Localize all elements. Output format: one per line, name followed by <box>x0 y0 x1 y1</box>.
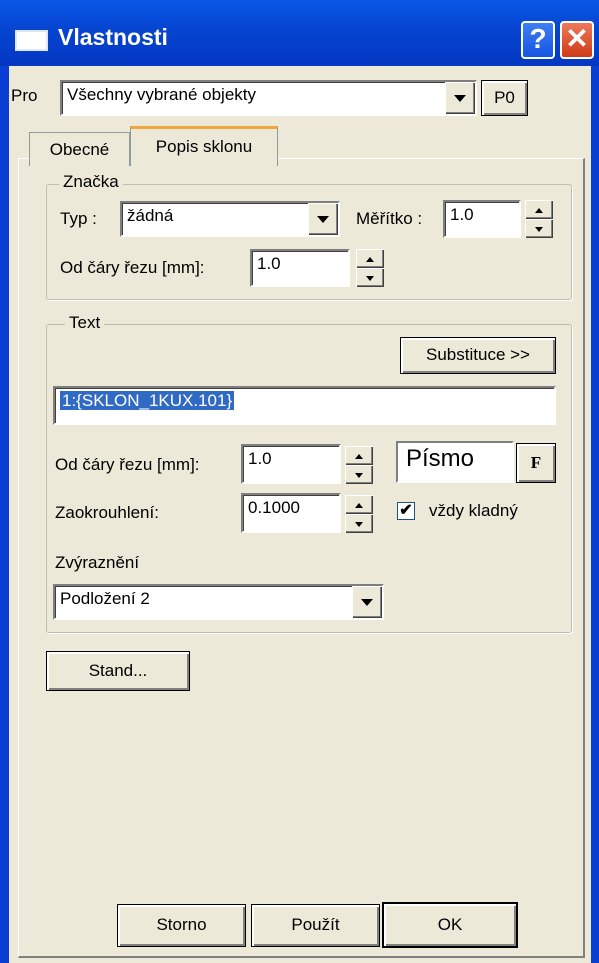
pro-select-value: Všechny vybrané objekty <box>67 85 256 104</box>
znacka-od-cary-spinner[interactable] <box>356 249 384 287</box>
tab-popis-sklonu-label: Popis sklonu <box>155 137 253 156</box>
arrow-up-icon <box>355 453 363 459</box>
substituce-button-label: Substituce >> <box>426 345 530 364</box>
arrow-down-icon <box>535 226 543 232</box>
text-od-cary-value: 1.0 <box>248 449 272 468</box>
help-button[interactable]: ? <box>521 21 555 59</box>
text-group-title: Text <box>65 313 105 333</box>
znacka-group-title: Značka <box>59 172 123 192</box>
stand-button-label: Stand... <box>88 661 148 680</box>
arrow-up-icon <box>355 502 363 508</box>
meritko-spinner[interactable] <box>525 200 553 238</box>
typ-select[interactable]: žádná <box>120 201 340 237</box>
checkmark-icon: ✔ <box>399 502 413 519</box>
pro-dropdown-button[interactable] <box>445 82 475 114</box>
typ-label: Typ : <box>60 209 97 228</box>
text-od-cary-spinner[interactable] <box>345 446 373 484</box>
tab-popis-sklonu[interactable]: Popis sklonu <box>130 126 278 166</box>
storno-button[interactable]: Storno <box>117 904 246 947</box>
vzdy-kladny-label[interactable]: vždy kladný <box>429 501 518 521</box>
znacka-od-cary-label: Od čáry řezu [mm]: <box>60 258 205 277</box>
zaokrouhleni-value: 0.1000 <box>248 498 300 517</box>
meritko-label: Měřítko : <box>356 209 423 228</box>
window-title: Vlastnosti <box>58 24 168 50</box>
meritko-value: 1.0 <box>450 205 474 224</box>
text-od-cary-field[interactable]: 1.0 <box>241 444 341 484</box>
stand-button[interactable]: Stand... <box>46 651 190 691</box>
window-icon <box>15 30 48 51</box>
spin-down-button[interactable] <box>345 514 373 533</box>
title-bar[interactable]: Vlastnosti ? ✕ <box>0 0 599 66</box>
p0-button[interactable]: P0 <box>481 80 528 116</box>
arrow-up-icon <box>366 256 374 262</box>
arrow-up-icon <box>535 207 543 213</box>
vzdy-kladny-checkbox[interactable]: ✔ <box>397 502 415 520</box>
font-button[interactable]: F <box>516 443 556 483</box>
meritko-field[interactable]: 1.0 <box>443 200 521 238</box>
zvyrazneni-select[interactable]: Podložení 2 <box>53 584 384 620</box>
zvyrazneni-select-value: Podložení 2 <box>60 589 150 608</box>
spin-up-button[interactable] <box>525 200 553 219</box>
typ-select-value: žádná <box>127 206 174 225</box>
arrow-down-icon <box>366 275 374 281</box>
tab-obecne[interactable]: Obecné <box>29 132 130 166</box>
chevron-down-icon <box>454 95 466 102</box>
spin-up-button[interactable] <box>345 446 373 465</box>
chevron-down-icon <box>317 216 329 223</box>
dialog-client-area: Pro Všechny vybrané objekty P0 Obecné Po… <box>9 66 591 963</box>
substituce-button[interactable]: Substituce >> <box>400 337 556 374</box>
zvyrazneni-label: Zvýraznění <box>55 553 140 572</box>
typ-dropdown-button[interactable] <box>308 203 338 235</box>
expression-field[interactable]: 1:{SKLON_1KUX.101} <box>53 386 556 425</box>
zaokrouhleni-spinner[interactable] <box>345 495 373 533</box>
spin-up-button[interactable] <box>356 249 384 268</box>
znacka-od-cary-value: 1.0 <box>257 254 281 273</box>
tab-obecne-label: Obecné <box>49 140 110 159</box>
arrow-down-icon <box>355 472 363 478</box>
znacka-od-cary-field[interactable]: 1.0 <box>250 249 350 287</box>
storno-button-label: Storno <box>156 915 207 934</box>
spin-up-button[interactable] <box>345 495 373 514</box>
spin-down-button[interactable] <box>356 268 384 287</box>
zvyrazneni-dropdown-button[interactable] <box>352 586 382 618</box>
close-x-icon: ✕ <box>565 23 589 54</box>
spin-down-button[interactable] <box>345 465 373 484</box>
properties-dialog: Vlastnosti ? ✕ Pro Všechny vybrané objek… <box>0 0 599 963</box>
arrow-down-icon <box>355 521 363 527</box>
font-icon: F <box>530 453 542 472</box>
ok-button[interactable]: OK <box>382 902 518 948</box>
pro-label: Pro <box>11 86 38 105</box>
text-od-cary-label: Od čáry řezu [mm]: <box>55 455 200 474</box>
pismo-label: Písmo <box>406 445 475 472</box>
ok-button-label: OK <box>437 915 463 934</box>
spin-down-button[interactable] <box>525 219 553 238</box>
p0-button-label: P0 <box>494 88 515 107</box>
chevron-down-icon <box>361 599 373 606</box>
zaokrouhleni-field[interactable]: 0.1000 <box>241 493 341 533</box>
expression-value: 1:{SKLON_1KUX.101} <box>60 391 235 410</box>
question-mark-icon: ? <box>529 23 547 54</box>
pouzit-button[interactable]: Použít <box>251 904 380 947</box>
pro-select[interactable]: Všechny vybrané objekty <box>60 80 477 116</box>
zaokrouhleni-label: Zaokrouhlení: <box>55 503 159 522</box>
pouzit-button-label: Použít <box>291 915 340 934</box>
close-button[interactable]: ✕ <box>560 21 594 59</box>
font-preview: Písmo <box>396 441 514 483</box>
